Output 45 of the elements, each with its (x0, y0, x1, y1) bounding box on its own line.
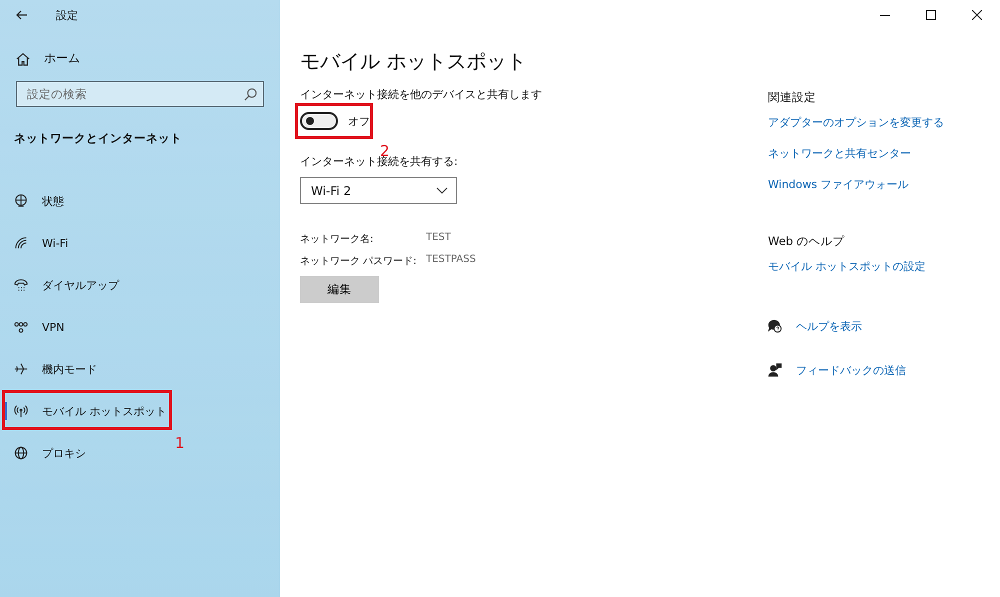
airplane-icon (14, 362, 28, 376)
edit-button[interactable]: 編集 (300, 276, 379, 303)
related-link[interactable]: ネットワークと共有センター (768, 146, 911, 161)
chevron-down-icon (436, 187, 448, 194)
nav-item[interactable]: 機内モード (0, 348, 97, 390)
antenna-icon (14, 404, 28, 418)
nav-item[interactable]: ダイヤルアップ (0, 264, 119, 306)
phone-icon (14, 278, 28, 292)
nav-item[interactable]: Wi-Fi (0, 222, 68, 264)
detail-label: ネットワーク名: (300, 233, 374, 246)
detail-value: TEST (426, 232, 452, 245)
page-title: モバイル ホットスポット (300, 48, 526, 75)
related-heading: 関連設定 (768, 90, 816, 105)
help-link[interactable]: モバイル ホットスポットの設定 (768, 259, 926, 274)
home-link[interactable]: ホーム (16, 50, 80, 67)
home-icon (16, 52, 30, 66)
toggle-switch[interactable] (300, 112, 338, 130)
vpn-icon (14, 320, 28, 334)
search-icon (244, 88, 257, 101)
back-arrow-icon (16, 9, 28, 21)
feedback-person-icon (768, 363, 782, 377)
globe-icon (14, 446, 28, 460)
wifi-icon (14, 236, 28, 250)
annotation-number: 1 (175, 434, 185, 452)
related-link[interactable]: アダプターのオプションを変更する (768, 115, 944, 130)
help-heading: Web のヘルプ (768, 234, 845, 249)
section-heading: ネットワークとインターネット (14, 131, 183, 146)
globe-monitor-icon (14, 194, 28, 208)
window-title: 設定 (56, 8, 78, 22)
related-link[interactable]: Windows ファイアウォール (768, 177, 909, 192)
detail-value: TESTPASS (426, 254, 476, 267)
detail-label: ネットワーク パスワード: (300, 255, 418, 268)
nav-item[interactable]: モバイル ホットスポット (0, 390, 166, 432)
share-label: インターネット接続を他のデバイスと共有します (300, 87, 542, 102)
nav-item[interactable]: VPN (0, 306, 64, 348)
nav-item[interactable]: プロキシ (0, 432, 86, 474)
action-link[interactable]: フィードバックの送信 (768, 356, 906, 384)
action-link[interactable]: ヘルプを表示 (768, 312, 862, 340)
nav-item[interactable]: 状態 (0, 180, 64, 222)
connection-dropdown[interactable]: Wi-Fi 2 (300, 177, 457, 204)
close-icon (972, 10, 982, 20)
search-field[interactable]: 設定の検索 (16, 81, 264, 107)
help-chat-icon (768, 319, 782, 333)
maximize-icon (926, 10, 936, 20)
toggle-state-label: オフ (348, 114, 370, 128)
